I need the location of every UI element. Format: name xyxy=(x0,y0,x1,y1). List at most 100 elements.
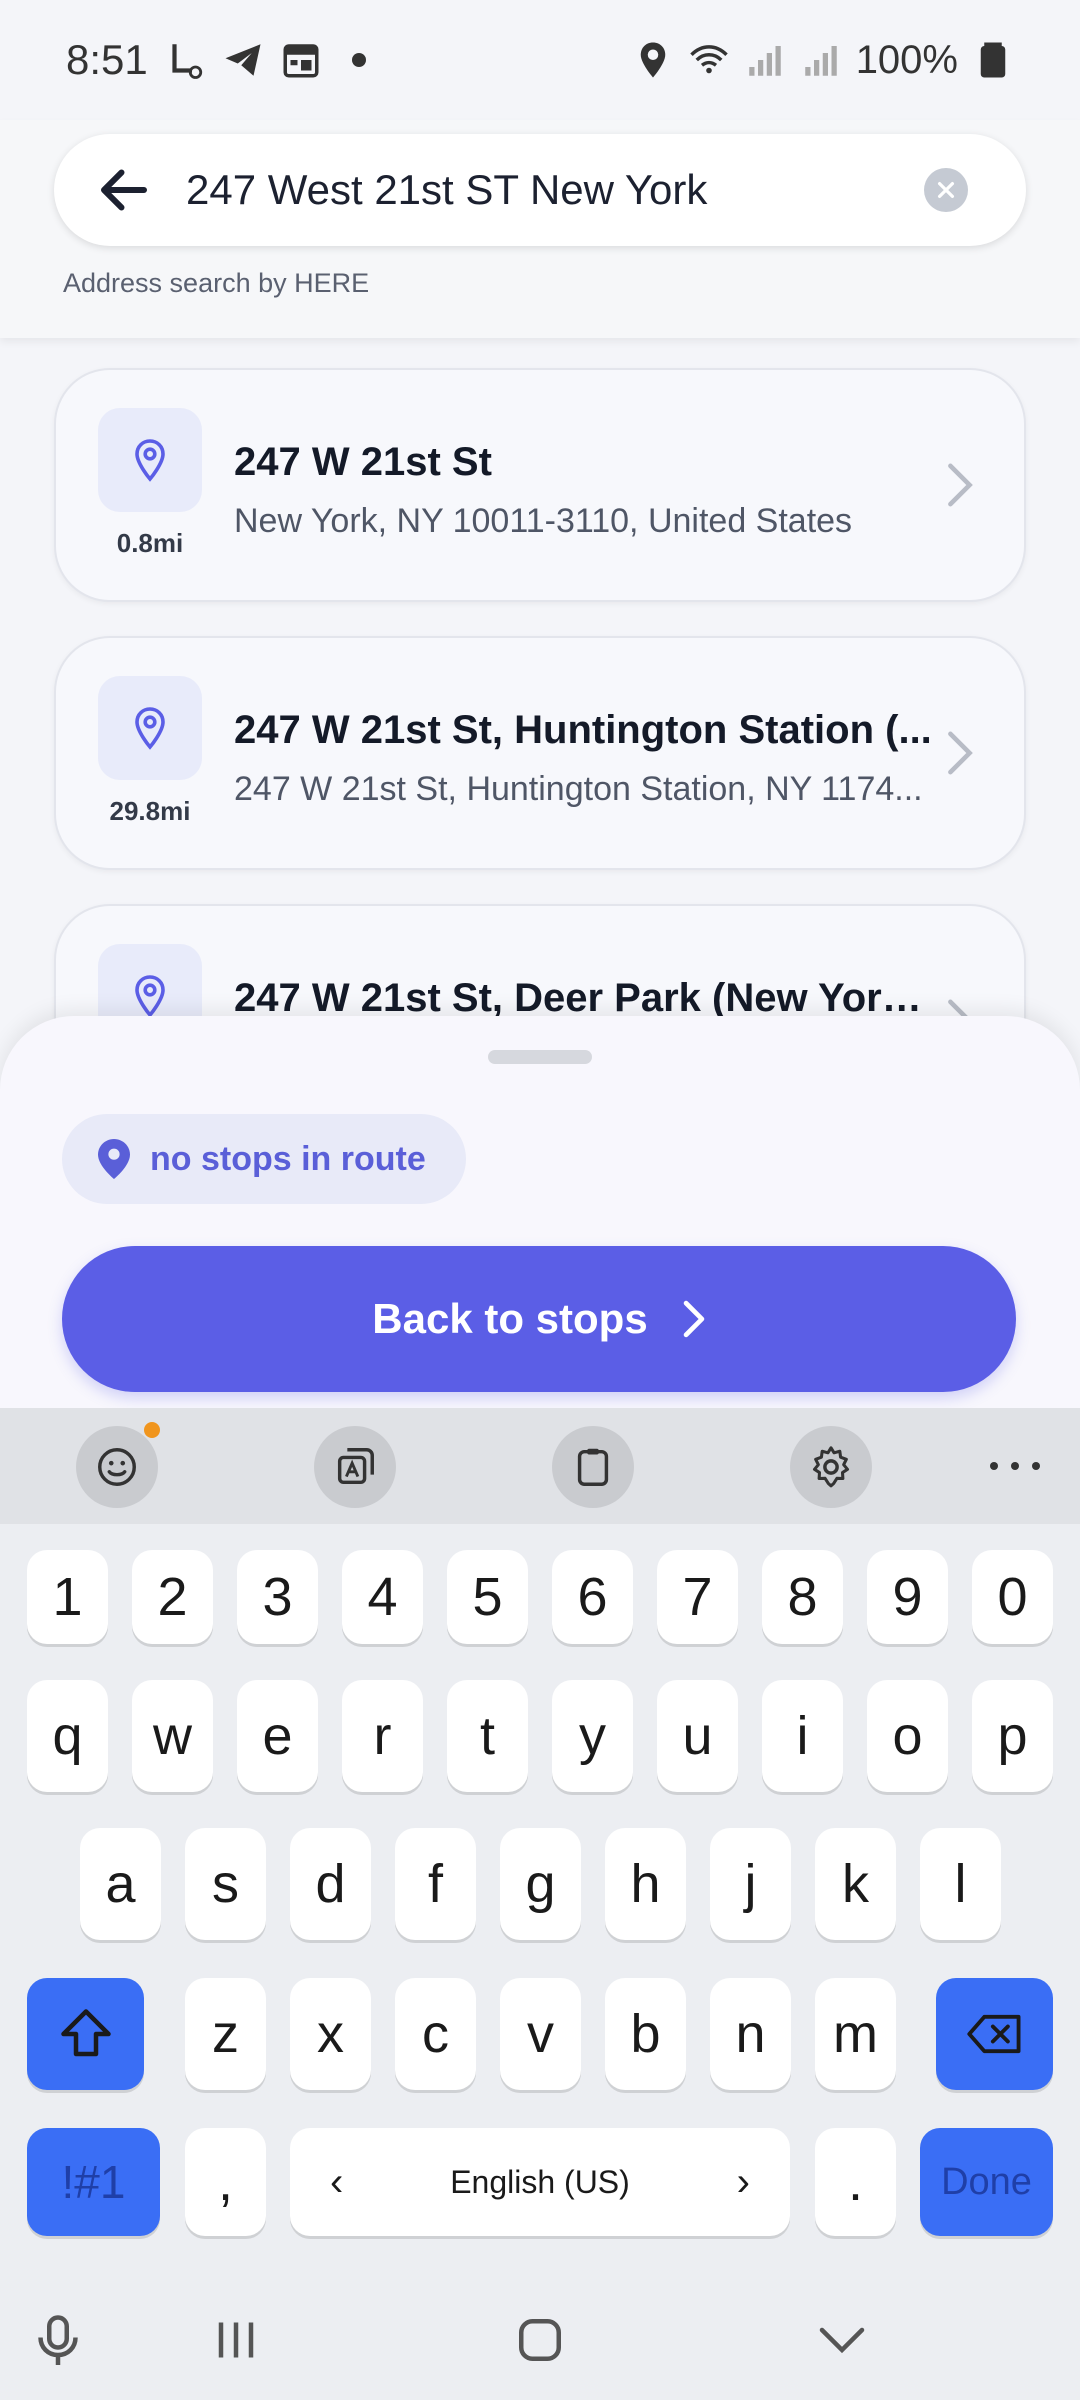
signal-icon xyxy=(744,39,786,81)
done-key[interactable]: Done xyxy=(920,2128,1053,2236)
result-title: 247 W 21st St, Deer Park (New York... xyxy=(234,976,934,1020)
key-8[interactable]: 8 xyxy=(762,1550,843,1644)
calendar-icon xyxy=(280,39,322,81)
space-key[interactable]: ‹ English (US) › xyxy=(290,2128,790,2236)
search-box xyxy=(54,134,1026,246)
key-5[interactable]: 5 xyxy=(447,1550,528,1644)
symbols-key[interactable]: !#1 xyxy=(27,2128,160,2236)
telegram-icon xyxy=(222,39,264,81)
clipboard-button[interactable] xyxy=(552,1426,634,1508)
more-options-icon[interactable] xyxy=(990,1448,1040,1484)
key-m[interactable]: m xyxy=(815,1978,896,2090)
cursor-left-icon: ‹ xyxy=(330,2159,344,2204)
result-item[interactable]: 0.8mi 247 W 21st St New York, NY 10011-3… xyxy=(54,368,1026,602)
key-7[interactable]: 7 xyxy=(657,1550,738,1644)
result-title: 247 W 21st St, Huntington Station (... xyxy=(234,708,932,752)
chevron-right-icon xyxy=(948,731,973,775)
navigation-bar xyxy=(0,2270,1080,2400)
comma-key[interactable]: , xyxy=(185,2128,266,2236)
shift-icon xyxy=(60,2009,111,2057)
sheet-drag-handle[interactable] xyxy=(488,1050,592,1064)
key-b[interactable]: b xyxy=(605,1978,686,2090)
text-recognition-icon xyxy=(337,1448,374,1485)
key-9[interactable]: 9 xyxy=(867,1550,948,1644)
key-v[interactable]: v xyxy=(500,1978,581,2090)
key-y[interactable]: y xyxy=(552,1680,633,1792)
back-to-stops-label: Back to stops xyxy=(372,1295,648,1342)
key-l[interactable]: l xyxy=(920,1828,1001,1940)
key-c[interactable]: c xyxy=(395,1978,476,2090)
key-d[interactable]: d xyxy=(290,1828,371,1940)
signal-icon-2 xyxy=(800,39,842,81)
bottom-sheet: no stops in route Back to stops xyxy=(0,1016,1080,1410)
chevron-right-icon xyxy=(683,1300,704,1338)
key-k[interactable]: k xyxy=(815,1828,896,1940)
key-u[interactable]: u xyxy=(657,1680,738,1792)
period-key[interactable]: . xyxy=(815,2128,896,2236)
result-distance: 29.8mi xyxy=(109,796,191,826)
map-pin-icon xyxy=(98,1139,130,1179)
key-s[interactable]: s xyxy=(185,1828,266,1940)
clear-icon[interactable] xyxy=(924,168,968,212)
microphone-icon[interactable] xyxy=(28,2310,88,2370)
key-t[interactable]: t xyxy=(447,1680,528,1792)
emoji-button[interactable] xyxy=(76,1426,158,1508)
key-x[interactable]: x xyxy=(290,1978,371,2090)
key-r[interactable]: r xyxy=(342,1680,423,1792)
key-h[interactable]: h xyxy=(605,1828,686,1940)
result-subtitle: 247 W 21st St, Huntington Station, NY 11… xyxy=(234,770,923,808)
text-recognition-button[interactable] xyxy=(314,1426,396,1508)
search-attribution: Address search by HERE xyxy=(63,268,370,298)
search-panel: Address search by HERE xyxy=(0,120,1080,338)
keyboard-language: English (US) xyxy=(450,2163,630,2200)
backspace-key[interactable] xyxy=(936,1978,1053,2090)
backspace-icon xyxy=(966,2014,1020,2054)
map-pin-icon xyxy=(135,439,165,482)
settings-button[interactable] xyxy=(790,1426,872,1508)
location-tracking-icon xyxy=(164,39,206,81)
status-time: 8:51 xyxy=(66,36,148,83)
key-o[interactable]: o xyxy=(867,1680,948,1792)
key-1[interactable]: 1 xyxy=(27,1550,108,1644)
wifi-icon xyxy=(688,39,730,81)
key-i[interactable]: i xyxy=(762,1680,843,1792)
key-e[interactable]: e xyxy=(237,1680,318,1792)
recent-apps-icon[interactable] xyxy=(206,2310,266,2370)
back-arrow-icon[interactable] xyxy=(94,160,154,220)
status-bar: 8:51 100% xyxy=(0,0,1080,120)
shift-key[interactable] xyxy=(27,1978,144,2090)
result-item[interactable]: 29.8mi 247 W 21st St, Huntington Station… xyxy=(54,636,1026,870)
keyboard-toolbar xyxy=(0,1408,1080,1524)
result-title: 247 W 21st St xyxy=(234,440,492,484)
key-n[interactable]: n xyxy=(710,1978,791,2090)
map-pin-icon xyxy=(135,707,165,750)
key-p[interactable]: p xyxy=(972,1680,1053,1792)
clipboard-icon xyxy=(577,1448,609,1486)
keyboard: 1 2 3 4 5 6 7 8 9 0 q w e r t y u i o p … xyxy=(0,1408,1080,2270)
key-3[interactable]: 3 xyxy=(237,1550,318,1644)
pin-icon-box xyxy=(98,676,202,780)
gear-icon xyxy=(812,1446,850,1488)
chevron-right-icon xyxy=(948,463,973,507)
key-a[interactable]: a xyxy=(80,1828,161,1940)
key-z[interactable]: z xyxy=(185,1978,266,2090)
key-g[interactable]: g xyxy=(500,1828,581,1940)
key-f[interactable]: f xyxy=(395,1828,476,1940)
key-j[interactable]: j xyxy=(710,1828,791,1940)
battery-icon xyxy=(972,39,1014,81)
result-distance: 0.8mi xyxy=(116,528,184,558)
key-6[interactable]: 6 xyxy=(552,1550,633,1644)
home-icon[interactable] xyxy=(510,2310,570,2370)
key-4[interactable]: 4 xyxy=(342,1550,423,1644)
key-2[interactable]: 2 xyxy=(132,1550,213,1644)
emoji-icon xyxy=(98,1448,136,1486)
stops-status-chip: no stops in route xyxy=(62,1114,466,1204)
back-to-stops-button[interactable]: Back to stops xyxy=(62,1246,1016,1392)
search-input[interactable] xyxy=(186,166,924,214)
key-q[interactable]: q xyxy=(27,1680,108,1792)
battery-percent: 100% xyxy=(855,37,958,82)
hide-keyboard-icon[interactable] xyxy=(812,2310,872,2370)
key-0[interactable]: 0 xyxy=(972,1550,1053,1644)
map-pin-icon xyxy=(135,975,165,1018)
key-w[interactable]: w xyxy=(132,1680,213,1792)
